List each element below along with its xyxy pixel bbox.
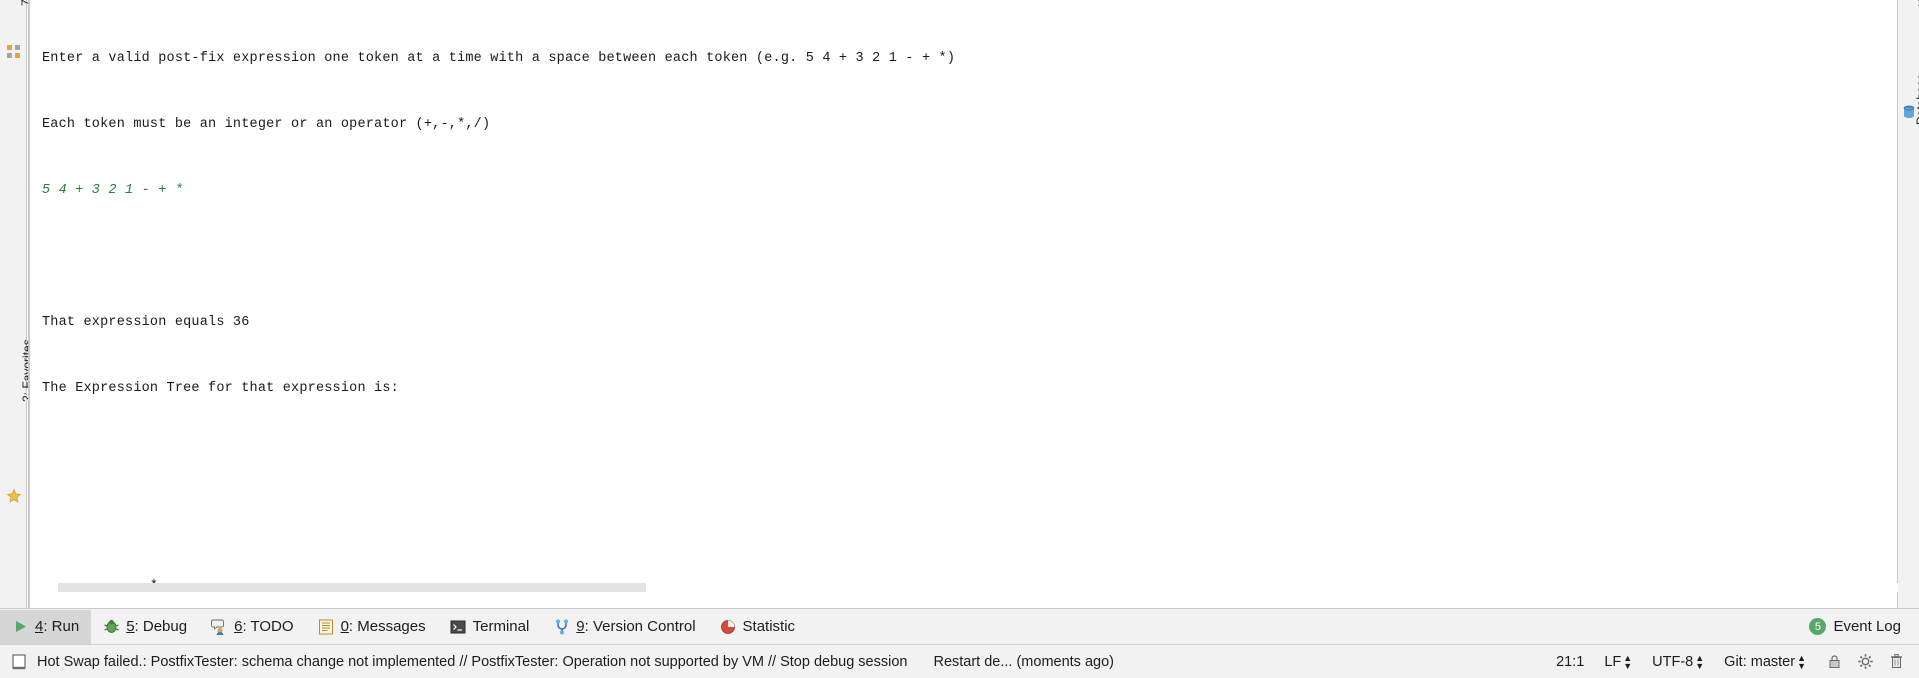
line-separator-selector[interactable]: LF ▲ ▼ (1604, 652, 1633, 671)
right-tool-strip: ven Projects Database (1897, 0, 1919, 608)
lock-icon[interactable] (1826, 653, 1843, 670)
console-scrollbar-thumb[interactable] (58, 583, 646, 592)
event-log-label: Event Log (1833, 618, 1901, 635)
todo-icon (211, 618, 228, 635)
console-horizontal-scrollbar[interactable] (58, 583, 1898, 592)
encoding-selector[interactable]: UTF-8 ▲ ▼ (1652, 652, 1705, 671)
console-line: That expression equals 36 (42, 315, 250, 330)
caret-position[interactable]: 21:1 (1556, 654, 1584, 670)
chevron-updown-icon: ▲ ▼ (1623, 652, 1633, 671)
tab-run-label: 4: Run (35, 618, 80, 635)
tab-debug-label: 5: Debug (126, 618, 188, 635)
bug-icon (103, 618, 120, 635)
console-gutter (28, 0, 30, 608)
play-icon (12, 618, 29, 635)
tab-messages-label: 0: Messages (340, 618, 426, 635)
console-line: The Expression Tree for that expression … (42, 381, 399, 396)
tab-statistic-label: Statistic (742, 618, 796, 635)
event-log-button[interactable]: 5 Event Log (1799, 618, 1919, 635)
console-user-input: 5 4 + 3 2 1 - + * (42, 183, 184, 198)
status-bar-right-icons (1826, 653, 1905, 670)
event-log-badge: 5 (1809, 618, 1827, 635)
messages-icon (318, 618, 335, 635)
maven-projects-label: ven Projects (1914, 0, 1919, 6)
console-line: Each token must be an integer or an oper… (42, 117, 491, 132)
trash-icon[interactable] (1888, 653, 1905, 670)
tab-version-control[interactable]: 9: Version Control (541, 610, 707, 644)
status-restart-link[interactable]: Restart de... (moments ago) (933, 654, 1114, 670)
tab-run[interactable]: 4: Run (0, 609, 92, 644)
left-tool-strip: 7: Structure 2: Favorites (0, 0, 34, 608)
statistic-icon (720, 618, 737, 635)
star-icon (6, 488, 22, 504)
tab-terminal[interactable]: Terminal (438, 610, 542, 644)
tab-todo[interactable]: 6: TODO (199, 610, 305, 644)
memory-indicator-icon[interactable] (10, 653, 28, 671)
tab-todo-label: 6: TODO (234, 618, 294, 635)
tab-version-control-label: 9: Version Control (576, 618, 696, 635)
tool-window-tab-bar: 4: Run 5: Debug 6: TODO 0: Messages Term… (0, 608, 1919, 644)
status-message[interactable]: Hot Swap failed.: PostfixTester: schema … (37, 654, 907, 670)
run-console-panel: Enter a valid post-fix expression one to… (28, 0, 1898, 608)
console-line: Enter a valid post-fix expression one to… (42, 51, 956, 66)
chevron-updown-icon: ▲ ▼ (1797, 652, 1806, 671)
console-output[interactable]: Enter a valid post-fix expression one to… (42, 4, 1897, 608)
chevron-updown-icon: ▲ ▼ (1695, 652, 1705, 671)
git-branch-selector[interactable]: Git: master ▲ ▼ (1724, 652, 1806, 671)
tab-terminal-label: Terminal (472, 618, 530, 635)
database-label: Database (1914, 73, 1919, 125)
ide-window: 7: Structure 2: Favorites ven Projec (0, 0, 1919, 678)
gear-icon[interactable] (1857, 653, 1874, 670)
status-bar: Hot Swap failed.: PostfixTester: schema … (0, 644, 1919, 678)
tab-statistic[interactable]: Statistic (708, 610, 808, 644)
tab-debug[interactable]: 5: Debug (91, 610, 199, 644)
tab-messages[interactable]: 0: Messages (306, 610, 438, 644)
terminal-icon (450, 618, 467, 635)
structure-icon (6, 44, 21, 59)
branch-icon (553, 618, 570, 635)
